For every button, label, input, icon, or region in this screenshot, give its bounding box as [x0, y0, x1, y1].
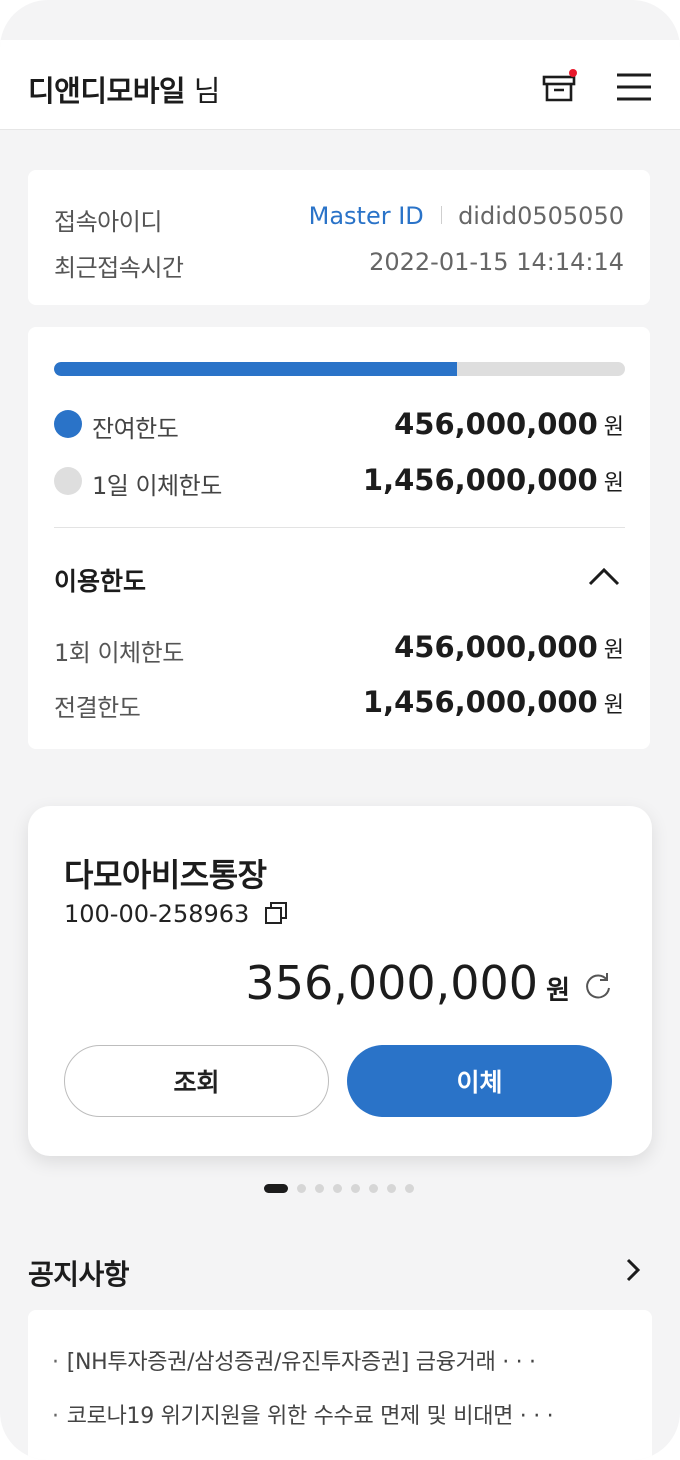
notification-dot — [569, 69, 577, 77]
pager-dot[interactable] — [405, 1184, 414, 1193]
user-suffix: 님 — [185, 74, 221, 108]
per-transfer-limit-value: 456,000,000 — [394, 630, 598, 664]
remaining-legend-dot — [54, 410, 82, 438]
copy-icon[interactable] — [264, 901, 288, 925]
top-header: 디앤디모바일 님 — [0, 40, 680, 130]
bullet: · — [52, 1350, 59, 1375]
login-id-label: 접속아이디 — [54, 208, 162, 236]
chevron-right-icon[interactable] — [620, 1255, 646, 1285]
chevron-up-icon[interactable] — [587, 565, 621, 587]
pager-dot[interactable] — [351, 1184, 360, 1193]
user-greeting: 디앤디모바일 님 — [28, 68, 220, 110]
account-number: 100-00-258963 — [64, 900, 250, 928]
per-transfer-limit-amount: 456,000,000 원 — [394, 630, 624, 664]
approval-limit-value: 1,456,000,000 — [362, 685, 598, 719]
remaining-limit-value: 456,000,000 — [394, 407, 598, 441]
notice-text: 코로나19 위기지원을 위한 수수료 면제 및 비대면 · · · — [66, 1404, 554, 1429]
pager-dot[interactable] — [369, 1184, 378, 1193]
won-unit: 원 — [546, 976, 570, 1006]
daily-limit-amount: 1,456,000,000 원 — [363, 463, 624, 497]
user-name: 디앤디모바일 — [28, 74, 186, 108]
refresh-icon[interactable] — [583, 971, 613, 1001]
last-login-label: 최근접속시간 — [54, 254, 184, 282]
daily-limit-label: 1일 이체한도 — [92, 472, 222, 500]
limit-progress-bar — [54, 362, 625, 376]
limit-card: 잔여한도 456,000,000 원 1일 이체한도 1,456,000,000 원… — [28, 327, 650, 749]
remaining-limit-label: 잔여한도 — [92, 415, 179, 443]
won-unit: 원 — [603, 693, 624, 718]
account-card[interactable]: 다모아비즈통장 100-00-258963 356,000,000 원 조회 이체 — [28, 806, 652, 1156]
notice-list: · [NH투자증권/삼성증권/유진투자증권] 금융거래 · · · · 코로나19 … — [28, 1310, 652, 1460]
won-unit: 원 — [603, 415, 624, 440]
id-separator — [441, 206, 443, 224]
won-unit: 원 — [603, 638, 624, 663]
balance-value: 356,000,000 — [245, 956, 539, 1010]
approval-limit-amount: 1,456,000,000 원 — [363, 685, 624, 719]
login-info-card: 접속아이디 Master ID didid0505050 최근접속시간 2022… — [28, 170, 650, 305]
daily-limit-value: 1,456,000,000 — [362, 463, 598, 497]
login-id-row: Master ID didid0505050 — [309, 202, 624, 230]
query-button[interactable]: 조회 — [64, 1045, 329, 1117]
approval-limit-label: 전결한도 — [54, 694, 141, 722]
pager-dot[interactable] — [297, 1184, 306, 1193]
account-name: 다모아비즈통장 — [64, 856, 267, 894]
notice-section-title: 공지사항 — [28, 1258, 130, 1291]
app-screen: 디앤디모바일 님 접속아이디 Master ID didid0505050 최근… — [0, 0, 680, 1460]
pager-dot[interactable] — [264, 1184, 288, 1193]
notice-item[interactable]: · [NH투자증권/삼성증권/유진투자증권] 금융거래 · · · — [52, 1344, 536, 1376]
pager-dot[interactable] — [315, 1184, 324, 1193]
transfer-button[interactable]: 이체 — [347, 1045, 612, 1117]
pager-dot[interactable] — [333, 1184, 342, 1193]
pager-dot[interactable] — [387, 1184, 396, 1193]
remaining-limit-amount: 456,000,000 원 — [394, 407, 624, 441]
daily-legend-dot — [54, 467, 82, 495]
mailbox-icon[interactable] — [541, 68, 577, 104]
limit-progress-fill — [54, 362, 457, 376]
last-login-value: 2022-01-15 14:14:14 — [369, 248, 624, 276]
won-unit: 원 — [603, 471, 624, 496]
login-id-value: didid0505050 — [458, 202, 624, 230]
notice-item[interactable]: · 코로나19 위기지원을 위한 수수료 면제 및 비대면 · · · — [52, 1398, 554, 1430]
hamburger-menu-icon[interactable] — [614, 70, 654, 104]
bullet: · — [52, 1404, 59, 1429]
usage-limit-title: 이용한도 — [54, 567, 147, 596]
divider — [54, 527, 625, 528]
master-id-badge: Master ID — [308, 202, 424, 230]
notice-text: [NH투자증권/삼성증권/유진투자증권] 금융거래 · · · — [66, 1350, 536, 1375]
per-transfer-limit-label: 1회 이체한도 — [54, 639, 184, 667]
account-balance: 356,000,000 원 — [245, 956, 570, 1010]
